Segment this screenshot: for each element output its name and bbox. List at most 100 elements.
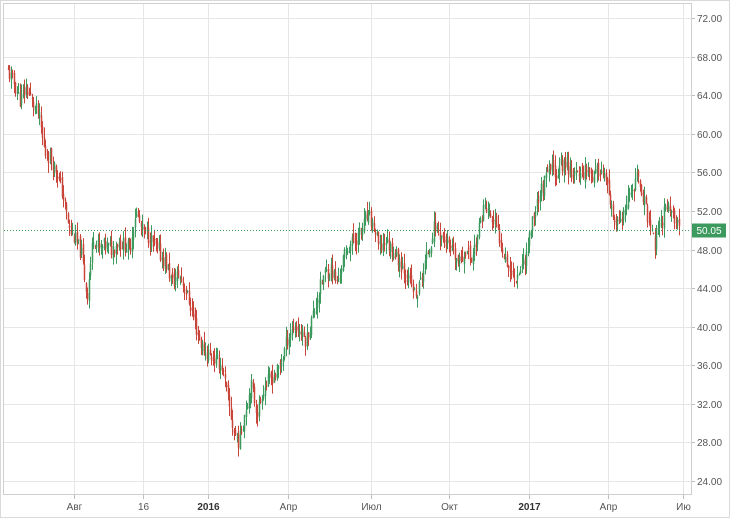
candle-body [245, 410, 248, 418]
candle-body [286, 339, 289, 345]
last-price-label: 50.05 [696, 226, 721, 237]
y-tick-label: 68.00 [697, 53, 722, 64]
candle-body [422, 270, 425, 283]
candle-body [250, 379, 253, 398]
candle-body [243, 414, 246, 432]
candle-body [545, 173, 548, 178]
candle-body [134, 218, 137, 228]
candle-body [283, 348, 286, 359]
candle-body [47, 161, 50, 164]
candle-body [35, 103, 38, 107]
candle-body [567, 162, 570, 175]
candle-body [32, 101, 35, 108]
candle-body [531, 216, 534, 231]
candle-body [534, 210, 537, 218]
candle-body [628, 192, 631, 196]
y-tick-label: 72.00 [697, 14, 722, 25]
candle-body [374, 232, 377, 235]
candle-body [11, 72, 14, 74]
candle-body [289, 333, 292, 340]
candle-body [443, 236, 446, 242]
candle-body [564, 156, 567, 169]
candle-body [147, 227, 150, 243]
y-tick-label: 32.00 [697, 400, 722, 411]
x-tick-label: 2016 [197, 502, 220, 513]
candle-body [528, 232, 531, 247]
candle-body [476, 234, 479, 245]
candle-body [678, 218, 681, 226]
candle-body [104, 240, 107, 248]
candle-body [280, 363, 283, 367]
candle-body [352, 233, 355, 242]
x-tick-label: Апр [600, 502, 618, 513]
stock-chart[interactable]: 50.05 72.00 68.00 64.00 60.00 56.00 52.00 48.0… [0, 0, 730, 518]
candle-body [643, 196, 646, 206]
candle-body [116, 244, 119, 247]
candle-body [631, 190, 634, 192]
candle-body [256, 412, 259, 418]
candle-body [219, 364, 222, 370]
candle-body [53, 162, 56, 172]
candle-body [228, 395, 231, 407]
candle-body [513, 278, 516, 280]
candle-body [56, 176, 59, 180]
candle-body [510, 271, 513, 273]
candle-body [664, 207, 667, 211]
candle-body [622, 209, 625, 221]
candle-body [358, 227, 361, 235]
candle-body [334, 271, 337, 281]
candle-body [385, 243, 388, 245]
candle-body [74, 232, 77, 245]
candle-body [325, 269, 328, 272]
candle-body [225, 381, 228, 388]
candle-body [670, 211, 673, 213]
candle-body [446, 240, 449, 244]
candle-body [62, 193, 65, 200]
candle-body [298, 330, 301, 335]
candle-body [377, 232, 380, 244]
candle-body [431, 238, 434, 244]
candle-body [419, 278, 422, 280]
candle-body [478, 222, 481, 238]
candle-body [555, 175, 558, 180]
candle-body [80, 247, 83, 255]
candle-body [507, 266, 510, 268]
chart-canvas[interactable]: 50.05 72.00 68.00 64.00 60.00 56.00 52.00 48.0… [0, 0, 730, 518]
y-tick-label: 56.00 [697, 168, 722, 179]
candle-body [328, 275, 331, 281]
candle-body [504, 256, 507, 262]
candle-body [537, 200, 540, 203]
candle-body [132, 230, 135, 240]
x-tick-label: 16 [138, 502, 150, 513]
candle-body [467, 248, 470, 250]
candle-body [59, 178, 62, 180]
candle-body [395, 251, 398, 256]
candle-body [416, 296, 419, 300]
candle-body [380, 244, 383, 250]
candle-body [364, 214, 367, 222]
candle-body [619, 218, 622, 222]
candle-body [268, 373, 271, 378]
candle-body [231, 419, 234, 428]
candle-body [343, 249, 346, 258]
candle-body [271, 374, 274, 385]
candle-body [440, 236, 443, 240]
candle-body [398, 261, 401, 268]
candle-body [610, 207, 613, 209]
candle-body [253, 386, 256, 404]
candle-body [165, 254, 168, 269]
candle-body [495, 216, 498, 226]
candle-body [392, 256, 395, 258]
candle-body [301, 328, 304, 337]
candle-body [407, 273, 410, 283]
candle-body [576, 170, 579, 172]
candle-body [274, 374, 277, 377]
candle-body [125, 250, 128, 253]
candle-body [346, 251, 349, 254]
candle-body [652, 232, 655, 234]
candle-body [616, 219, 619, 226]
candle-body [600, 170, 603, 174]
candle-body [661, 222, 664, 226]
candle-body [430, 247, 433, 254]
candle-body [319, 279, 322, 295]
